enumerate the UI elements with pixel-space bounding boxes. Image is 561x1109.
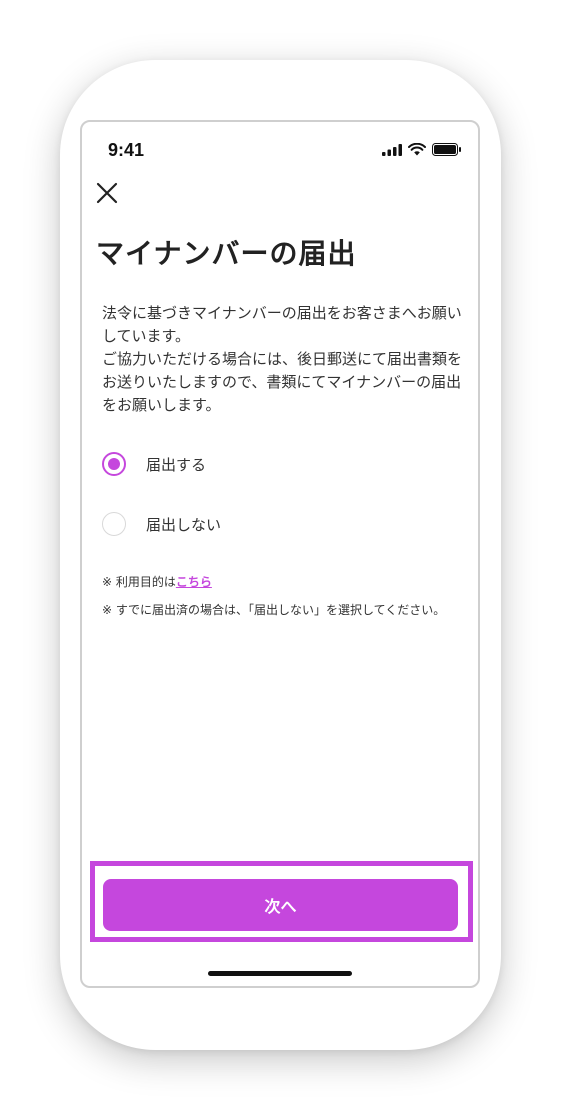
purpose-note: ※ 利用目的はこちら [102,572,462,592]
next-button[interactable]: 次へ [103,879,458,931]
radio-label-not-submit: 届出しない [146,515,222,534]
close-icon [96,182,118,204]
radio-button-selected[interactable] [102,452,126,476]
radio-option-submit[interactable]: 届出する [102,452,206,476]
home-indicator [208,971,352,976]
purpose-link[interactable]: こちら [176,575,212,589]
radio-button-unselected[interactable] [102,512,126,536]
radio-label-submit: 届出する [146,455,207,474]
radio-option-not-submit[interactable]: 届出しない [102,512,221,536]
page-title: マイナンバーの届出 [96,237,357,270]
phone-screen: 9:41 マイナンバーの届出 法令に基づきマイナンバーの届出をお客さまへお願いし… [80,120,480,988]
status-bar: 9:41 [82,136,478,164]
battery-icon [432,143,461,156]
signal-icon [382,143,402,156]
close-button[interactable] [92,178,122,208]
wifi-icon [408,143,426,156]
already-submitted-note: ※ すでに届出済の場合は、「届出しない」を選択してください。 [102,603,446,617]
status-icons [382,143,462,156]
radio-dot [108,458,120,470]
status-time: 9:41 [108,140,145,160]
description-text: 法令に基づきマイナンバーの届出をお客さまへお願いしています。 ご協力いただける場… [102,304,463,414]
purpose-note-text: ※ 利用目的は [102,575,176,589]
